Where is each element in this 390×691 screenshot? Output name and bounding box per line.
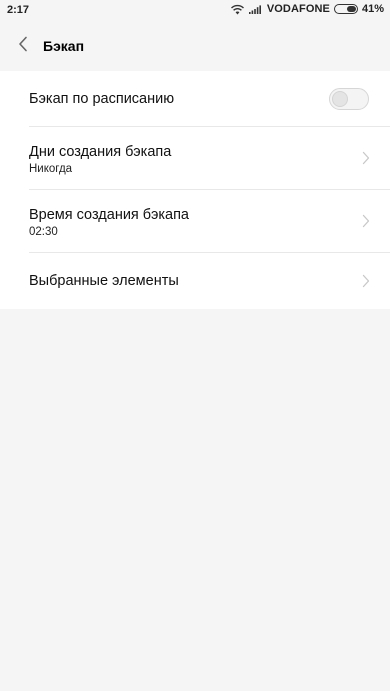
status-time: 2:17 [7,4,30,16]
chevron-left-icon [18,36,28,57]
app-header: Бэкап [0,22,390,70]
wifi-icon [230,4,245,15]
status-indicators: VODAFONE 41% [230,3,384,15]
page-title: Бэкап [43,38,85,54]
status-bar: 2:17 VODAFONE 41% [0,0,390,22]
scheduled-backup-row[interactable]: Бэкап по расписанию [29,71,390,127]
backup-time-value: 02:30 [29,226,58,238]
carrier-name: VODAFONE [266,3,330,15]
chevron-right-icon [362,151,370,165]
backup-time-row[interactable]: Время создания бэкапа 02:30 [29,190,390,253]
settings-list: Бэкап по расписанию Дни создания бэкапа … [0,71,390,309]
backup-days-label: Дни создания бэкапа [29,144,172,160]
signal-icon [248,4,263,14]
backup-days-value: Никогда [29,163,73,175]
chevron-right-icon [362,274,370,288]
back-button[interactable] [10,32,36,60]
battery-icon [333,4,358,14]
backup-time-label: Время создания бэкапа [29,207,189,223]
scheduled-backup-label: Бэкап по расписанию [29,91,175,107]
backup-days-row[interactable]: Дни создания бэкапа Никогда [29,127,390,190]
selected-items-label: Выбранные элементы [29,273,179,289]
toggle-knob [332,91,348,107]
chevron-right-icon [362,214,370,228]
battery-level [346,6,356,12]
scheduled-backup-toggle[interactable] [329,88,369,110]
battery-percent: 41% [361,3,384,15]
selected-items-row[interactable]: Выбранные элементы [29,253,390,309]
